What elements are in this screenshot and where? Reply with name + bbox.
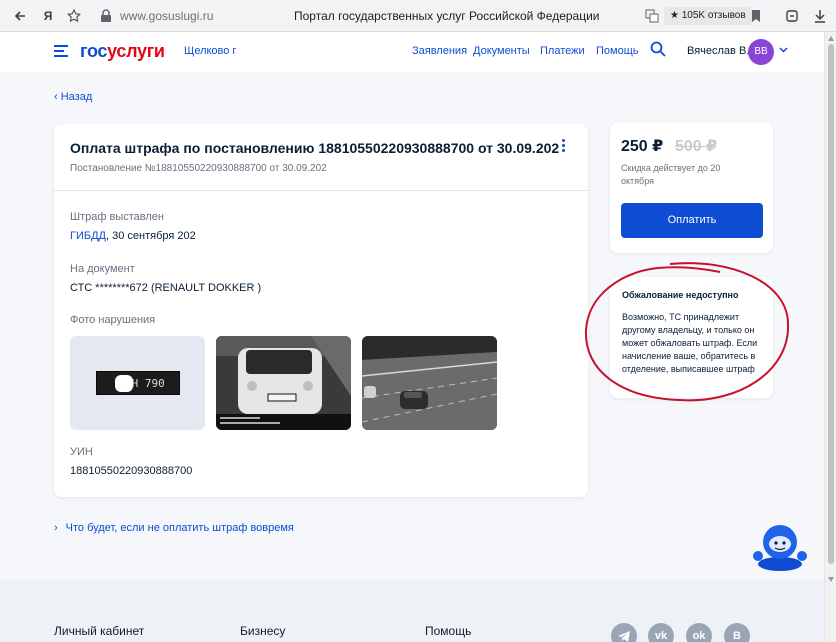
translate-icon[interactable] [644, 8, 660, 24]
search-icon[interactable] [650, 41, 666, 57]
back-link[interactable]: ‹ Назад [54, 91, 92, 103]
gosuslugi-logo[interactable]: госуслуги [80, 41, 165, 62]
issued-label: Штраф выставлен [70, 211, 164, 223]
discount-note: Скидка действует до 20 октября [621, 163, 721, 186]
payment-card: 250 ₽ 500 ₽ Скидка действует до 20 октяб… [610, 122, 773, 253]
page-body: ‹ Назад Оплата штрафа по постановлению 1… [0, 72, 824, 580]
appeal-notice-card: Обжалование недоступно Возможно, ТС прин… [610, 277, 773, 398]
lock-icon [98, 8, 114, 24]
fine-subtitle: Постановление №18810550220930888700 от 3… [70, 163, 327, 174]
back-arrow-icon[interactable] [12, 8, 28, 24]
nav-payments[interactable]: Платежи [540, 45, 585, 57]
site-header: госуслуги Щелково г Заявления Документы … [0, 32, 824, 72]
nav-help[interactable]: Помощь [596, 45, 639, 57]
document-label: На документ [70, 263, 135, 275]
avatar[interactable]: ВВ [748, 39, 774, 65]
vk-b-icon[interactable]: B [724, 623, 750, 642]
chevron-down-icon[interactable] [779, 45, 788, 56]
photo-label: Фото нарушения [70, 314, 156, 326]
telegram-icon[interactable] [611, 623, 637, 642]
bookmark-icon[interactable] [748, 8, 764, 24]
scroll-down-icon[interactable] [828, 577, 834, 582]
pay-button[interactable]: Оплатить [621, 203, 763, 238]
violation-photo-car-front[interactable] [216, 336, 351, 430]
violation-photo-highway[interactable] [362, 336, 497, 430]
yandex-icon[interactable]: Я [40, 8, 56, 24]
odnoklassniki-icon[interactable]: ok [686, 623, 712, 642]
download-icon[interactable] [812, 8, 828, 24]
page-tab-title: Портал государственных услуг Российской … [294, 9, 600, 23]
issued-value: ГИБДД, 30 сентября 202 [70, 230, 196, 242]
scroll-thumb[interactable] [828, 44, 834, 564]
star-icon[interactable] [66, 8, 82, 24]
scroll-up-icon[interactable] [828, 36, 834, 41]
issuer-link[interactable]: ГИБДД [70, 230, 106, 242]
assistant-robot-icon[interactable] [752, 520, 808, 572]
fine-title: Оплата штрафа по постановлению 188105502… [70, 140, 560, 156]
violation-photo-plate[interactable]: НН 790 [70, 336, 205, 430]
vk-icon[interactable]: vk [648, 623, 674, 642]
site-footer: Личный кабинет Бизнесу Помощь vk ok B [0, 580, 824, 642]
fine-card: Оплата штрафа по постановлению 188105502… [54, 124, 588, 497]
nav-documents[interactable]: Документы [473, 45, 530, 57]
city-selector[interactable]: Щелково г [184, 45, 236, 57]
more-options-icon[interactable] [557, 139, 569, 155]
browser-toolbar: Я www.gosuslugi.ru Портал государственны… [0, 0, 836, 32]
uin-value: 18810550220930888700 [70, 465, 193, 477]
price-original: 500 ₽ [675, 138, 718, 155]
footer-link-cabinet[interactable]: Личный кабинет [54, 624, 144, 638]
what-if-unpaid-link[interactable]: › Что будет, если не оплатить штраф вовре… [54, 522, 294, 534]
appeal-notice-title: Обжалование недоступно [622, 290, 739, 300]
chevron-left-icon: ‹ [54, 91, 58, 103]
footer-link-business[interactable]: Бизнесу [240, 624, 285, 638]
scrollbar[interactable] [824, 32, 836, 642]
footer-link-help[interactable]: Помощь [425, 624, 471, 638]
nav-applications[interactable]: Заявления [412, 45, 467, 57]
appeal-notice-text: Возможно, ТС принадлежит другому владель… [622, 312, 758, 374]
uin-label: УИН [70, 446, 93, 458]
document-value: СТС ********672 (RENAULT DOKKER ) [70, 282, 262, 294]
divider [54, 190, 588, 191]
chevron-right-icon: › [54, 522, 58, 534]
extensions-icon[interactable] [784, 8, 800, 24]
address-bar-url[interactable]: www.gosuslugi.ru [120, 9, 213, 23]
reviews-badge[interactable]: ★ 105K отзывов [664, 7, 752, 25]
menu-icon[interactable] [54, 45, 68, 60]
price-discounted: 250 ₽ [621, 138, 664, 155]
user-name[interactable]: Вячеслав В. [687, 45, 749, 57]
